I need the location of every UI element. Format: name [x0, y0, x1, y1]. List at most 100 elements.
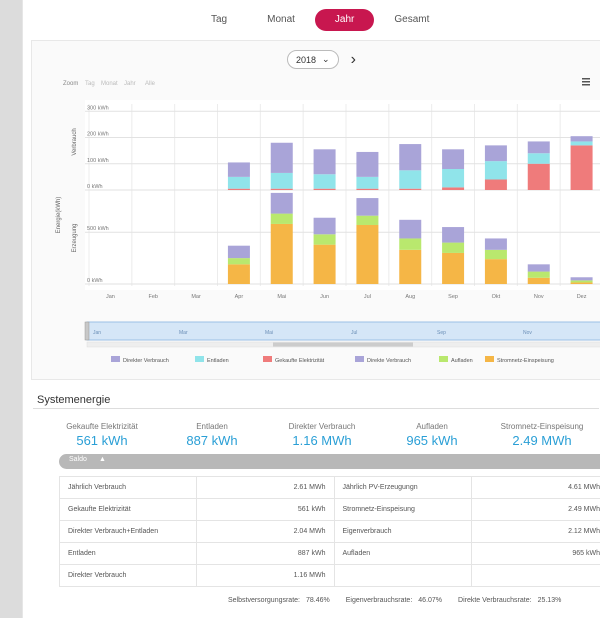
bar-segment — [270, 192, 293, 214]
table-row: Direkter Verbrauch+Entladen 2.04 MWh Eig… — [58, 520, 600, 543]
bar-segment — [442, 252, 465, 284]
systemenergie-title: Systemenergie — [37, 394, 111, 406]
table-cell: 2.61 MWh — [196, 476, 335, 499]
saldo-toggle-bar[interactable]: Saldo ▲ — [59, 454, 600, 469]
tick-label: 100 kWh — [87, 158, 109, 164]
kpi-value: 965 kWh — [406, 433, 458, 448]
bar-segment — [484, 249, 507, 260]
table-cell: Direkter Verbrauch+Entladen — [58, 520, 198, 543]
chart-toolbar: Zoom Tag Monat Jahr Alle — [63, 81, 156, 87]
bar-segment — [527, 264, 550, 272]
table-cell: Gekaufte Elektrizität — [58, 498, 198, 521]
table-cell: 561 kWh — [196, 498, 335, 521]
table-cell: 2.49 MWh — [470, 498, 600, 521]
bar-segment — [527, 163, 550, 190]
x-tick-label: Sep — [448, 294, 458, 300]
legend-swatch — [111, 356, 120, 362]
table-cell: Entladen — [58, 542, 198, 565]
bar-segment — [484, 238, 507, 250]
bar-segment — [227, 176, 250, 189]
bar-segment — [442, 149, 465, 169]
bar-segment — [356, 151, 379, 177]
kpi-entladen: Entladen 887 kWh — [157, 422, 267, 448]
bar-segment — [399, 188, 422, 190]
bar-segment — [570, 141, 593, 146]
divider — [33, 408, 599, 409]
table-cell — [333, 564, 472, 587]
bar-segment — [313, 149, 336, 175]
bar-segment — [570, 280, 593, 283]
bar-segment — [570, 282, 593, 284]
table-row: Jährlich Verbrauch 2.61 MWh Jährlich PV-… — [58, 476, 600, 499]
rate-label: Direkte Verbrauchsrate: — [458, 597, 532, 604]
bar-segment — [270, 142, 293, 173]
bar-segment — [399, 238, 422, 250]
kpi-direkter-verbrauch: Direkter Verbrauch 1.16 MWh — [267, 422, 377, 448]
zoom-jahr[interactable]: Jahr — [124, 81, 136, 87]
bar-segment — [484, 179, 507, 190]
tick-label: 0 kWh — [87, 184, 103, 190]
table-cell: Stromnetz-Einspeisung — [333, 498, 472, 521]
bar-segment — [227, 162, 250, 177]
bar-segment — [484, 145, 507, 162]
bar-segment — [442, 169, 465, 188]
bar-segment — [227, 188, 250, 190]
kpi-aufladen: Aufladen 965 kWh — [377, 422, 487, 448]
zoom-alle[interactable]: Alle — [145, 81, 156, 87]
bar-segment — [313, 174, 336, 189]
bar-segment — [313, 234, 336, 245]
table-cell: Direkter Verbrauch — [58, 564, 198, 587]
x-tick-label: Jan — [106, 294, 115, 300]
kpi-row: Gekaufte Elektrizität 561 kWh Entladen 8… — [47, 422, 597, 448]
bar-segment — [527, 153, 550, 164]
panel-label-erzeugung: Erzeugung — [72, 223, 78, 252]
bar-segment — [442, 227, 465, 243]
bar-segment — [356, 215, 379, 225]
bar-segment — [356, 188, 379, 190]
bar-segment — [356, 224, 379, 284]
main-panel: Tag Monat Jahr Gesamt 2018 ⌄ › Zoom Tag … — [22, 0, 600, 618]
x-tick-label: Nov — [534, 294, 544, 300]
bar-segment — [313, 188, 336, 190]
x-tick-label: Mai — [277, 294, 286, 300]
kpi-value: 1.16 MWh — [292, 433, 352, 448]
bar-segment — [399, 170, 422, 189]
bar-segment — [484, 161, 507, 180]
x-tick-label: Okt — [492, 294, 501, 300]
chevron-up-icon: ▲ — [99, 456, 106, 463]
hamburger-menu-icon[interactable] — [582, 78, 590, 86]
navigator-label: Jul — [351, 330, 357, 336]
plot-area — [85, 100, 600, 290]
bar-segment — [570, 277, 593, 281]
table-cell: 1.16 MWh — [196, 564, 335, 587]
navigator-label: Jan — [93, 330, 101, 336]
bar-segment — [356, 176, 379, 189]
rate-value: 25.13% — [537, 597, 562, 604]
kpi-value: 561 kWh — [76, 433, 128, 448]
x-tick-label: Jul — [364, 294, 371, 300]
navigator-label: Mar — [179, 330, 188, 336]
zoom-tag[interactable]: Tag — [85, 81, 95, 87]
navigator-label: Sep — [437, 330, 446, 336]
legend-label: Entladen — [207, 358, 229, 364]
energy-chart: Zoom Tag Monat Jahr Alle Energie(kWh) Ve… — [56, 78, 600, 364]
x-tick-label: Aug — [405, 294, 415, 300]
table-cell: Jährlich PV-Erzeugungn — [333, 476, 472, 499]
y-axis-title: Energie(kWh) — [56, 197, 62, 234]
bar-segment — [227, 258, 250, 265]
zoom-monat[interactable]: Monat — [101, 81, 118, 87]
kpi-label: Entladen — [196, 422, 228, 431]
navigator-label: Nov — [523, 330, 532, 336]
table-cell: 965 kWh — [470, 542, 600, 565]
rate-value: 78.46% — [305, 597, 330, 604]
table-cell: Eigenverbrauch — [333, 520, 472, 543]
legend-swatch — [485, 356, 494, 362]
navigator-label: Mai — [265, 330, 273, 336]
bar-segment — [270, 223, 293, 284]
bar-segment — [527, 141, 550, 154]
bar-segment — [270, 188, 293, 190]
table-row: Direkter Verbrauch 1.16 MWh — [58, 564, 600, 587]
x-tick-label: Feb — [149, 294, 158, 300]
saldo-table: Jährlich Verbrauch 2.61 MWh Jährlich PV-… — [58, 476, 600, 587]
bar-segment — [399, 249, 422, 284]
